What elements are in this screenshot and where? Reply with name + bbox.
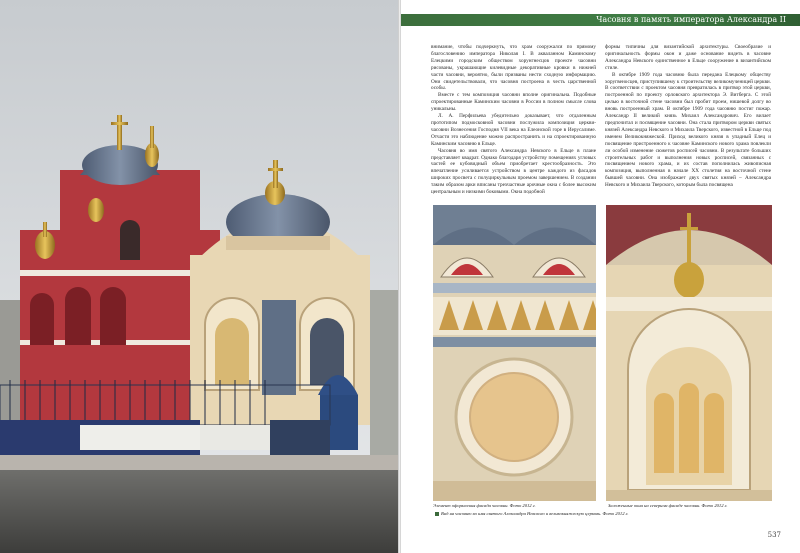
square-bullet-icon — [435, 511, 439, 516]
paragraph: внимание, чтобы подчеркнуть, что храм со… — [431, 44, 596, 92]
page-number: 537 — [767, 531, 781, 539]
caption-detail-one: Элемент оформления фасада часовни. Фото … — [433, 503, 536, 508]
running-header: Часовня в память императора Александра I… — [596, 15, 786, 24]
paragraph: Вместе с тем композиция часовни вполне о… — [431, 92, 596, 113]
caption-detail-two: Заложенные окна на северном фасаде часов… — [608, 503, 728, 508]
blind-windows-photo — [606, 205, 772, 501]
text-column-left: внимание, чтобы подчеркнуть, что храм со… — [431, 44, 596, 202]
caption-left-photo: Вид на часовню во имя святого Александра… — [435, 511, 645, 517]
text-column-right: формы типичны для византийской архитекту… — [605, 44, 771, 202]
paragraph: Часовня во имя святого Александра Невско… — [431, 147, 596, 196]
left-page — [0, 0, 398, 553]
chapel-photo — [0, 0, 398, 553]
paragraph: Л. А. Перфильева убедительно доказывает,… — [431, 113, 596, 147]
right-page: Часовня в память императора Александра I… — [401, 0, 800, 553]
paragraph: В октябре 1909 года часовню была передан… — [605, 71, 771, 189]
facade-detail-photo — [433, 205, 596, 501]
paragraph: формы типичны для византийской архитекту… — [605, 44, 771, 71]
caption-left-photo-text: Вид на часовню во имя святого Александра… — [441, 511, 629, 516]
